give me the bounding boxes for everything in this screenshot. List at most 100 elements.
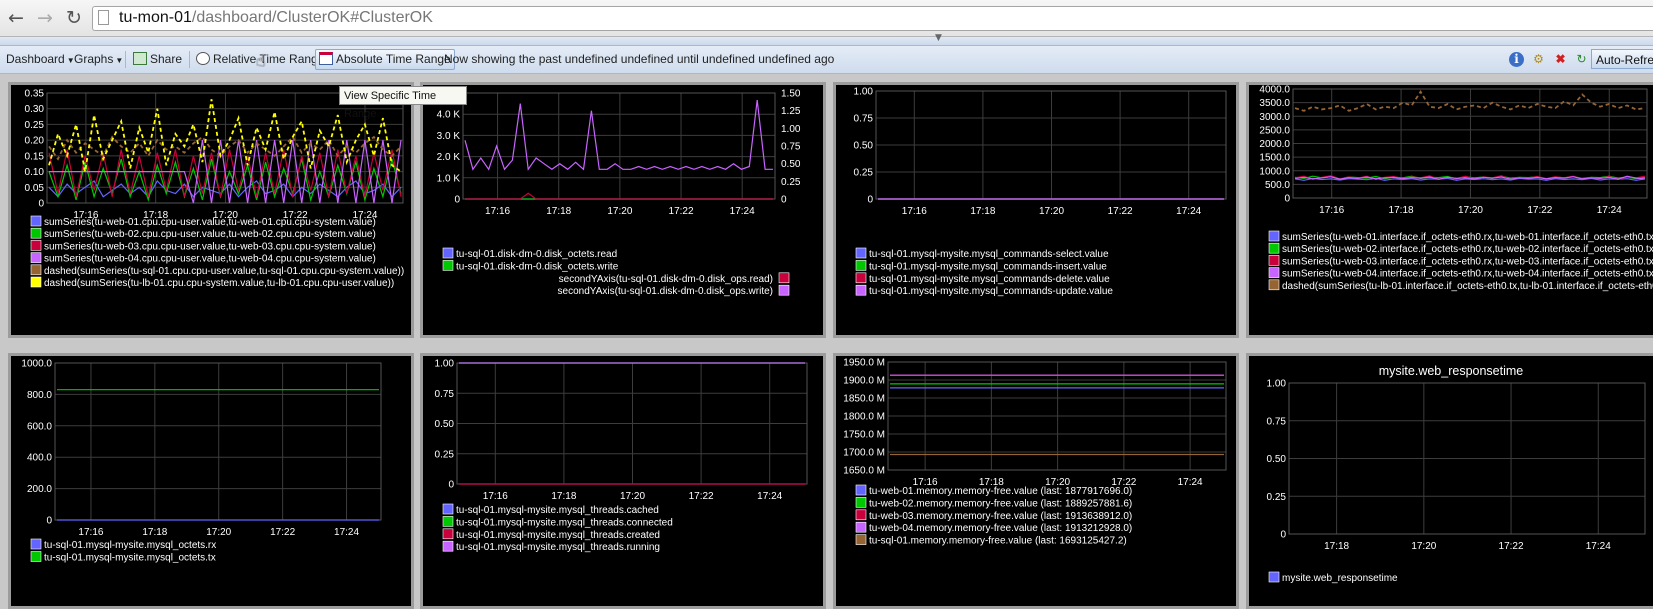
legend-label: sumSeries(tu-web-01.interface.if_octets-…	[1282, 232, 1653, 243]
graph-svg: 0 500.0 1000.0 1500.0 2000.0 2500.0 3000.0 3500…	[1259, 85, 1653, 292]
legend-swatch	[1268, 267, 1280, 278]
graph-panel-responsetime[interactable]: mysite.web_responsetime 0 0.25 0.50 0.75 1.00…	[1246, 353, 1653, 609]
graph-panel-network[interactable]: 0 500.0 1000.0 1500.0 2000.0 2500.0 3000.0 3500…	[1246, 82, 1653, 338]
x-tick-label: 17:20	[1411, 541, 1436, 552]
y-tick-label: 3500.0	[1259, 98, 1290, 109]
graph-svg: 0 0.25 0.50 0.75 1.00 17:16 17:18 17:20 17:22 17:…	[854, 87, 1227, 297]
y-tick-label: 0.25	[854, 168, 874, 179]
x-tick-label: 17:20	[1039, 206, 1064, 217]
calendar-icon	[319, 52, 333, 65]
x-tick-label: 17:18	[1324, 541, 1349, 552]
graphs-menu-button[interactable]: Graphs ▼	[74, 50, 123, 69]
legend-swatch	[30, 252, 42, 263]
y2-tick-label: 0.75	[781, 142, 801, 153]
y-tick-label: 0	[454, 195, 460, 206]
share-button[interactable]: Share	[133, 50, 182, 69]
legend-label: tu-sql-01.disk-dm-0.disk_octets.write	[456, 261, 619, 272]
reload-icon[interactable]: ↻	[62, 6, 86, 30]
info-icon[interactable]: i	[1509, 52, 1524, 67]
y-tick-label: 600.0	[27, 421, 52, 432]
y-tick-label: 0	[38, 199, 44, 210]
y-tick-label: 0.25	[25, 120, 45, 131]
legend-label: tu-sql-01.mysql-mysite.mysql_commands-in…	[869, 261, 1107, 272]
y-tick-label: 0	[448, 480, 454, 491]
y-tick-label: 4000.0	[1259, 85, 1290, 96]
graph-panel-mysql-threads[interactable]: 0 0.25 0.50 0.75 1.00 17:16 17:18 17:20 17:22 17:…	[420, 353, 826, 609]
x-tick-label: 17:20	[206, 527, 231, 538]
y-tick-label: 0	[1280, 530, 1286, 541]
legend-label: tu-sql-01.mysql-mysite.mysql_commands-se…	[869, 249, 1109, 260]
legend-label: tu-sql-01.mysql-mysite.mysql_octets.rx	[44, 540, 216, 551]
y-tick-label: 1850.0 M	[843, 394, 885, 405]
y2-tick-label: 1.25	[781, 106, 801, 117]
y-tick-label: 400.0	[27, 453, 52, 464]
legend-swatch	[855, 497, 867, 508]
url-host: tu-mon-01	[119, 9, 192, 26]
legend-label: tu-sql-01.mysql-mysite.mysql_threads.cre…	[456, 530, 660, 541]
dashboard-menu-button[interactable]: Dashboard ▼	[6, 50, 75, 69]
absolute-time-range-button[interactable]: Absolute Time Range	[315, 49, 455, 70]
y-tick-label: 1000.0	[1259, 166, 1290, 177]
time-range-status: Now showing the past undefined undefined…	[444, 52, 835, 66]
y-tick-label: 1.00	[854, 87, 874, 98]
x-tick-label: 17:20	[1458, 205, 1483, 216]
legend-swatch	[855, 521, 867, 533]
legend-label: tu-web-03.memory.memory-free.value (last…	[869, 511, 1132, 522]
page-icon	[98, 10, 109, 25]
arrow-right-icon[interactable]: →	[33, 6, 57, 30]
y-tick-label: 1700.0 M	[843, 448, 885, 459]
graph-panel-disk[interactable]: 01.0 K2.0 K3.0 K4.0 K5.0 K00.250.500.751…	[420, 82, 826, 338]
y-tick-label: 1000.0	[21, 359, 52, 370]
legend-swatch	[442, 503, 454, 515]
legend-label: secondYAxis(tu-sql-01.disk-dm-0.disk_ops…	[559, 274, 773, 285]
legend-swatch	[442, 260, 454, 271]
y-tick-label: 0.20	[25, 136, 45, 147]
legend-label: sumSeries(tu-web-02.interface.if_octets-…	[1282, 244, 1653, 255]
legend-swatch	[442, 247, 454, 259]
arrow-left-icon[interactable]: ←	[4, 6, 28, 30]
y-tick-label: 0.50	[1267, 454, 1287, 465]
graph-panel-mysql-commands[interactable]: 0 0.25 0.50 0.75 1.00 17:16 17:18 17:20 17:22 17:…	[833, 82, 1239, 338]
auto-refresh-button[interactable]: Auto-Refresh	[1591, 49, 1653, 69]
y-tick-label: 3000.0	[1259, 112, 1290, 123]
y-tick-label: 0.75	[1267, 416, 1287, 427]
y-tick-label: 0.15	[25, 151, 45, 162]
legend-label: tu-sql-01.mysql-mysite.mysql_threads.run…	[456, 542, 660, 553]
refresh-icon[interactable]: ↻	[1574, 52, 1589, 67]
graph-panel-memory[interactable]: 1650.0 M 1700.0 M 1750.0 M 1800.0 M 1850.0 M…	[833, 353, 1239, 609]
gear-icon[interactable]: ⚙	[1531, 52, 1546, 67]
legend-swatch	[855, 247, 867, 259]
close-icon[interactable]: ✖	[1553, 52, 1568, 67]
y-tick-label: 0	[867, 195, 873, 206]
address-bar[interactable]: tu-mon-01/dashboard/ClusterOK#ClusterOK	[92, 6, 1653, 31]
graph-svg: mysite.web_responsetime 0 0.25 0.50 0.75 1.00…	[1267, 364, 1646, 584]
y-tick-label: 0	[1284, 194, 1290, 205]
legend-label: sumSeries(tu-web-03.interface.if_octets-…	[1282, 256, 1653, 267]
legend-label: sumSeries(tu-web-04.cpu.cpu-user.value,t…	[44, 254, 376, 265]
legend-swatch	[1268, 242, 1280, 254]
y2-tick-label: 1.00	[781, 124, 801, 135]
y-tick-label: 0.50	[435, 419, 455, 430]
legend-label: tu-sql-01.mysql-mysite.mysql_threads.con…	[456, 517, 673, 528]
graph-svg: 01.0 K2.0 K3.0 K4.0 K5.0 K00.250.500.751…	[437, 89, 801, 298]
legend-label: tu-web-04.memory.memory-free.value (last…	[869, 523, 1132, 534]
legend-swatch	[30, 227, 42, 239]
y-tick-label: 0.75	[854, 114, 874, 125]
legend-label: secondYAxis(tu-sql-01.disk-dm-0.disk_ops…	[558, 286, 773, 297]
x-tick-label: 17:20	[620, 491, 645, 502]
legend-label: tu-sql-01.disk-dm-0.disk_octets.read	[456, 249, 617, 260]
legend-swatch	[1268, 230, 1280, 242]
graph-panel-mysql-octets[interactable]: 0 200.0 400.0 600.0 800.0 1000.0 17:16 17:18 17:…	[8, 353, 414, 609]
legend-swatch	[1268, 279, 1280, 291]
y-tick-label: 2000.0	[1259, 139, 1290, 150]
plot-area	[54, 362, 382, 521]
y-tick-label: 2.0 K	[437, 152, 461, 163]
x-tick-label: 17:24	[334, 527, 359, 538]
x-tick-label: 17:18	[546, 206, 571, 217]
y2-tick-label: 0	[781, 195, 787, 206]
collapse-splitter[interactable]: ▼	[0, 33, 1653, 46]
y-tick-label: 2500.0	[1259, 125, 1290, 136]
legend-label: dashed(sumSeries(tu-lb-01.cpu.cpu-system…	[44, 278, 394, 289]
collapse-arrow-icon[interactable]: ▼	[935, 33, 942, 43]
x-tick-label: 17:24	[1597, 205, 1622, 216]
